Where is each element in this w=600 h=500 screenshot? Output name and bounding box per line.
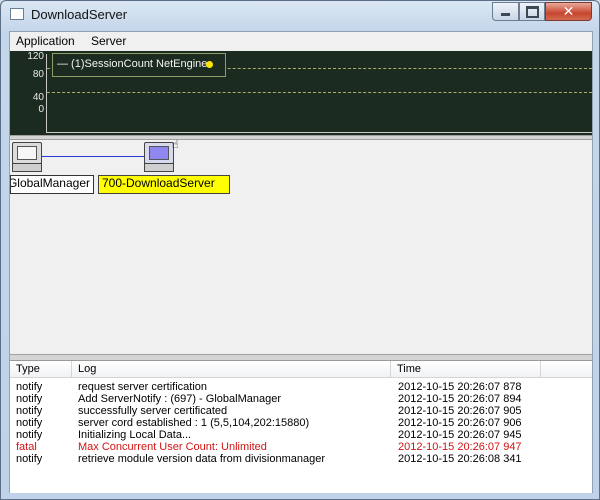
log-cell-type: notify bbox=[16, 393, 43, 405]
client-area: Application Server 120 80 40 0 — (1)Sess… bbox=[9, 31, 593, 493]
log-cell-time: 2012-10-15 20:26:07 905 bbox=[398, 405, 522, 417]
log-cell-type: notify bbox=[16, 381, 43, 393]
computer-icon bbox=[144, 142, 174, 164]
y-tick-0: 0 bbox=[38, 104, 44, 115]
log-cell-message: successfully server certificated bbox=[78, 405, 228, 417]
menu-server[interactable]: Server bbox=[88, 34, 129, 48]
maximize-icon bbox=[525, 5, 539, 18]
log-row[interactable]: notify successfully server certificated 20… bbox=[10, 405, 592, 417]
app-window: DownloadServer ✕ Application Server 120 … bbox=[0, 0, 600, 500]
log-cell-message: Initializing Local Data... bbox=[78, 429, 192, 441]
close-icon: ✕ bbox=[562, 3, 575, 20]
log-cell-message: Max Concurrent User Count: Unlimited bbox=[78, 441, 267, 453]
log-cell-time: 2012-10-15 20:26:07 906 bbox=[398, 417, 522, 429]
legend-label: — (1)SessionCount NetEngine bbox=[57, 58, 208, 70]
log-cell-message: Add ServerNotify : (697) - GlobalManager bbox=[78, 393, 281, 405]
log-cell-type: notify bbox=[16, 429, 43, 441]
log-cell-time: 2012-10-15 20:26:07 894 bbox=[398, 393, 522, 405]
log-table-header: Type Log Time bbox=[10, 361, 592, 378]
hand-cursor-icon: ☝ bbox=[172, 138, 179, 151]
log-row[interactable]: notify Initializing Local Data... 2012-10-… bbox=[10, 429, 592, 441]
y-tick-80: 80 bbox=[32, 69, 44, 80]
y-tick-120: 120 bbox=[27, 51, 44, 62]
node-label-downloadserver[interactable]: 700-DownloadServer bbox=[98, 175, 230, 194]
column-header-time[interactable]: Time bbox=[391, 361, 541, 377]
log-row[interactable]: notify server cord established : 1 (5,5,1… bbox=[10, 417, 592, 429]
computer-icon bbox=[12, 142, 42, 164]
server-node-globalmanager[interactable] bbox=[10, 142, 42, 172]
log-cell-message: retrieve module version data from divisi… bbox=[78, 453, 326, 465]
minimize-icon bbox=[501, 13, 510, 16]
log-cell-time: 2012-10-15 20:26:07 878 bbox=[398, 381, 522, 393]
close-button[interactable]: ✕ bbox=[545, 2, 592, 21]
app-icon bbox=[10, 8, 24, 20]
server-node-downloadserver[interactable]: ☝ bbox=[142, 138, 179, 172]
log-cell-message: server cord established : 1 (5,5,104,202… bbox=[78, 417, 310, 429]
gridline bbox=[47, 92, 592, 93]
log-row[interactable]: fatal Max Concurrent User Count: Unlimite… bbox=[10, 441, 592, 453]
log-table: Type Log Time notify request server certi… bbox=[10, 360, 592, 493]
log-cell-time: 2012-10-15 20:26:07 947 bbox=[398, 441, 522, 453]
log-row[interactable]: notify Add ServerNotify : (697) - GlobalM… bbox=[10, 393, 592, 405]
legend-marker bbox=[206, 61, 213, 68]
node-label-globalmanager[interactable]: GlobalManager bbox=[10, 175, 94, 194]
log-cell-type: notify bbox=[16, 417, 43, 429]
column-header-log[interactable]: Log bbox=[72, 361, 391, 377]
menu-application[interactable]: Application bbox=[13, 34, 78, 48]
server-diagram: ☝ GlobalManager 700-DownloadServer bbox=[10, 138, 592, 354]
log-cell-type: notify bbox=[16, 453, 43, 465]
connection-line bbox=[40, 156, 148, 157]
log-cell-type: fatal bbox=[16, 441, 37, 453]
log-cell-type: notify bbox=[16, 405, 43, 417]
minimize-button[interactable] bbox=[492, 2, 519, 21]
y-tick-40: 40 bbox=[32, 92, 44, 103]
log-cell-time: 2012-10-15 20:26:07 945 bbox=[398, 429, 522, 441]
log-cell-message: request server certification bbox=[78, 381, 207, 393]
chart-legend: — (1)SessionCount NetEngine bbox=[52, 53, 226, 77]
maximize-button[interactable] bbox=[519, 2, 545, 21]
log-row[interactable]: notify request server certification 2012-1… bbox=[10, 381, 592, 393]
window-title: DownloadServer bbox=[31, 7, 128, 22]
column-header-type[interactable]: Type bbox=[10, 361, 72, 377]
log-cell-time: 2012-10-15 20:26:08 341 bbox=[398, 453, 522, 465]
session-chart: 120 80 40 0 — (1)SessionCount NetEngine bbox=[10, 51, 592, 135]
log-row[interactable]: notify retrieve module version data from … bbox=[10, 453, 592, 465]
menu-bar: Application Server bbox=[10, 32, 592, 52]
